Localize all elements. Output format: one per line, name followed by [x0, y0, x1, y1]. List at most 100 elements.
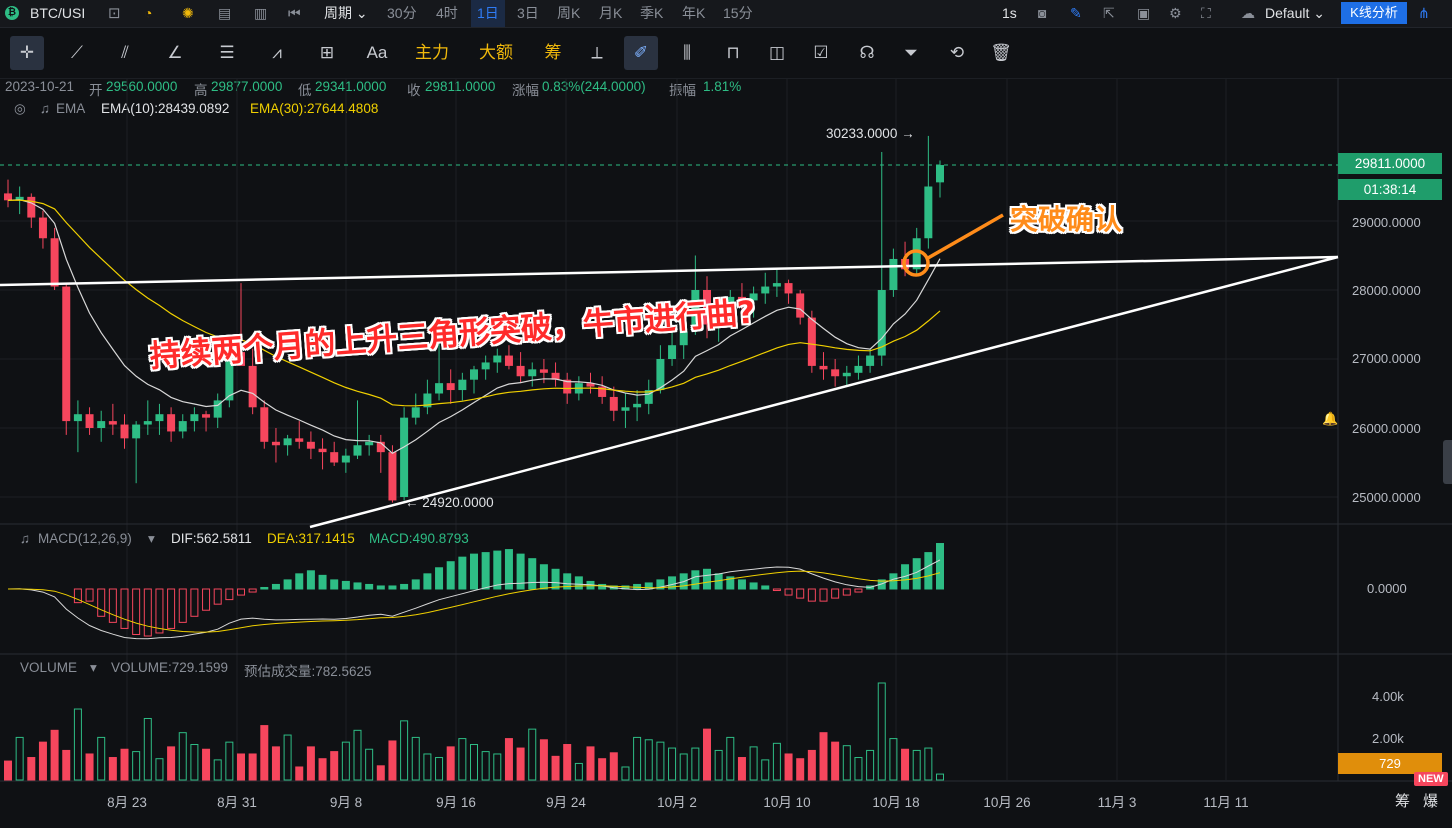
crosshair-icon[interactable]: ✛ [10, 36, 44, 70]
macd-bar [248, 588, 257, 593]
popout-icon[interactable]: ⇱ [1103, 0, 1115, 27]
volume-bar [679, 753, 688, 781]
candle-body [260, 407, 269, 442]
candle-body [248, 365, 257, 408]
close-value: 29811.0000 [425, 79, 496, 94]
volume-bar [132, 751, 141, 781]
trendline-icon[interactable]: ⟋ [60, 36, 94, 70]
breakout-pointer [927, 213, 1004, 260]
eye-icon[interactable]: ◎ [14, 101, 26, 117]
breakout-circle [902, 249, 930, 277]
chevron-down-icon[interactable]: ▾ [148, 531, 155, 547]
kline-analysis-button[interactable]: K线分析 [1341, 2, 1407, 24]
volume-bar [27, 757, 36, 781]
settings-icon[interactable]: ⚙ [1169, 0, 1182, 27]
fib-icon[interactable]: ☰ [210, 36, 244, 70]
macd-bar [761, 585, 770, 590]
large-order-button[interactable]: 大额 [472, 36, 520, 70]
volume-bar [772, 742, 781, 781]
fullscreen-icon[interactable]: ⛶ [1201, 0, 1211, 27]
candle-body [528, 369, 537, 377]
camera-icon[interactable]: ◙ [1038, 0, 1046, 27]
replay-icon[interactable]: ⏮ [288, 0, 301, 27]
interval-15m[interactable]: 15分 [723, 0, 753, 27]
sun-icon[interactable]: ✺ [182, 0, 194, 27]
volume-bar [924, 747, 933, 781]
volume-bar [190, 744, 199, 781]
trash-icon[interactable]: 🗑 [984, 36, 1018, 70]
interval-quarter[interactable]: 季K [640, 0, 663, 27]
screenshot-icon[interactable]: ▣ [1137, 0, 1150, 27]
main-force-button[interactable]: 主力 [408, 36, 456, 70]
candle-body [586, 383, 595, 387]
cloud-icon[interactable]: ☁ [1241, 0, 1255, 27]
lock-icon[interactable]: ⊓ [716, 36, 750, 70]
date-tick: 8月 31 [217, 795, 257, 810]
change-label: 涨幅 [512, 83, 539, 98]
date-tick: 9月 16 [436, 795, 476, 810]
volume-bar [819, 732, 828, 781]
candle-body [353, 445, 362, 456]
candle-body [866, 355, 875, 366]
ema30-line [7, 199, 941, 407]
macd-bar [504, 549, 513, 590]
chevron-down-icon[interactable]: ▾ [90, 660, 97, 676]
filter-icon[interactable]: ⏷ [894, 36, 928, 70]
volume-estimate: 预估成交量:782.5625 [244, 664, 372, 679]
pattern-icon[interactable]: ⩘ [260, 36, 294, 70]
candle-body [656, 359, 665, 391]
chips-footer-button[interactable]: 筹 [1395, 790, 1410, 811]
bell-icon[interactable]: ♫ [40, 101, 50, 116]
burst-footer-button[interactable]: 爆 [1423, 790, 1438, 811]
sync-icon[interactable]: ⟲ [940, 36, 974, 70]
interval-year[interactable]: 年K [682, 0, 705, 27]
ema10-value: EMA(10):28439.0892 [101, 101, 230, 116]
layout-icon[interactable]: ▥ [254, 0, 267, 27]
symbol-label[interactable]: BTC/USI [30, 0, 88, 27]
interval-3d[interactable]: 3日 [517, 0, 539, 27]
candle-body [213, 400, 222, 418]
candle-body [167, 414, 176, 432]
angle-icon[interactable]: ∠ [158, 36, 192, 70]
side-panel-handle[interactable] [1443, 440, 1452, 484]
bell-icon[interactable]: ♫ [20, 531, 30, 546]
ruler-icon[interactable]: ⟂ [580, 36, 614, 70]
support-line [309, 255, 1339, 529]
price-tick: 27000.0000 [1352, 351, 1421, 366]
indicator-icon[interactable]: ◔ [144, 0, 152, 27]
candle-body [772, 283, 781, 287]
macd-bar [271, 583, 280, 590]
share-icon[interactable]: ⋔ [1418, 0, 1430, 27]
interval-4h[interactable]: 4时 [436, 0, 458, 27]
volume-bar [295, 766, 304, 781]
interval-month[interactable]: 月K [599, 0, 622, 27]
candle-body [516, 365, 525, 377]
volume-bar [504, 738, 513, 781]
brush-icon[interactable]: ✐ [624, 36, 658, 70]
volume-bar [120, 748, 129, 781]
measure-icon[interactable]: ⊞ [310, 36, 344, 70]
period-dropdown[interactable]: 周期 ⌄ [324, 0, 368, 27]
layout-dropdown[interactable]: Default ⌄ [1265, 0, 1325, 27]
candle-body [598, 386, 607, 397]
macd-bar [528, 558, 537, 590]
interval-1d[interactable]: 1日 [471, 0, 505, 27]
candle-type-icon[interactable]: ⫼ [670, 36, 704, 70]
magnet-icon[interactable]: ☊ [850, 36, 884, 70]
interval-week[interactable]: 周K [557, 0, 580, 27]
edit-icon[interactable]: ☑ [804, 36, 838, 70]
volume-bar [691, 747, 700, 781]
candlestick-chart-icon[interactable]: ⊡ [108, 0, 121, 27]
chips-button[interactable]: 筹 [536, 36, 570, 70]
interval-30m[interactable]: 30分 [387, 0, 417, 27]
alert-bell-icon[interactable]: 🔔 [1322, 411, 1338, 427]
volume-bar [38, 741, 47, 781]
refresh-rate[interactable]: 1s [1002, 0, 1017, 27]
macd-bar [97, 588, 106, 617]
parallel-channel-icon[interactable]: ⫽ [108, 36, 142, 70]
note-icon[interactable]: ◫ [760, 36, 794, 70]
candle-body [4, 193, 12, 201]
calendar-icon[interactable]: ▤ [218, 0, 231, 27]
pen-icon[interactable]: ✎ [1070, 0, 1082, 27]
text-tool[interactable]: Aa [360, 36, 394, 70]
